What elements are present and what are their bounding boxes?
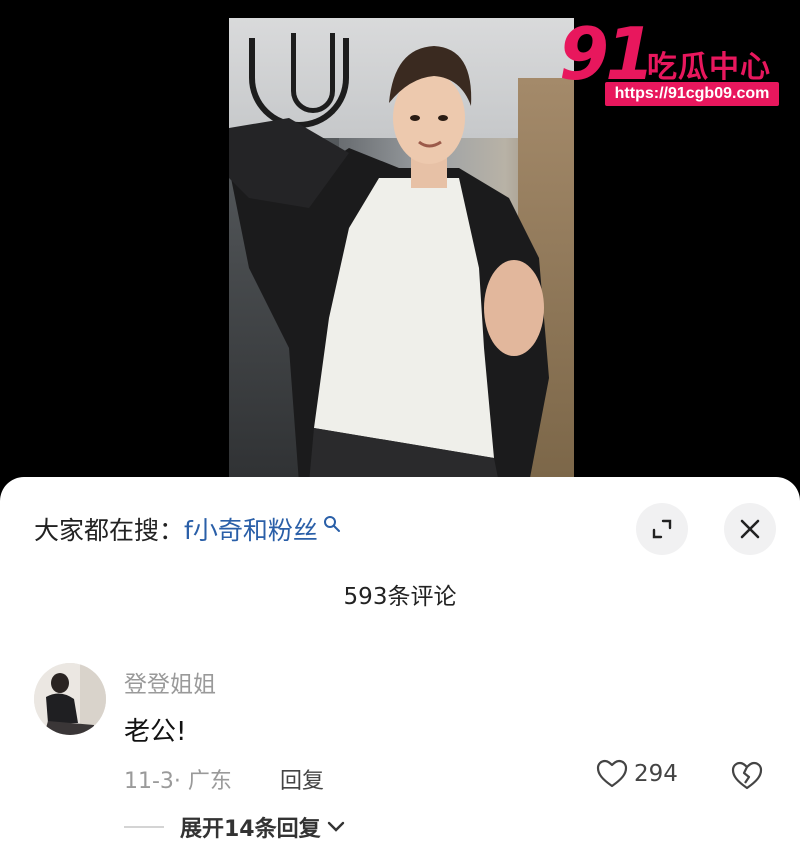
chevron-down-icon [327, 821, 344, 832]
expand-divider [124, 826, 164, 828]
video-frame[interactable] [229, 18, 574, 483]
comment-item: 登登姐姐 老公! 11-3· 广东 回复 294 展开14条回复 [34, 663, 774, 863]
comments-sheet: 大家都在搜： f小奇和粉丝 593条评论 登登姐姐 老公! 11-3· 广东 回… [0, 477, 800, 864]
comment-text: 老公! [124, 717, 187, 747]
trending-search-prefix: 大家都在搜： [34, 516, 185, 545]
watermark-brand-text: 吃瓜中心 [647, 50, 771, 85]
expand-replies-button[interactable]: 展开14条回复 [124, 811, 345, 843]
reply-button[interactable]: 回复 [280, 763, 324, 795]
avatar[interactable] [34, 663, 106, 735]
dislike-button[interactable] [731, 761, 763, 795]
dancing-person-image [229, 46, 549, 483]
close-button[interactable] [724, 503, 776, 555]
comment-meta: 11-3· 广东 [124, 769, 232, 794]
comment-username[interactable]: 登登姐姐 [124, 665, 216, 699]
search-icon [323, 516, 340, 532]
expand-replies-label: 展开14条回复 [180, 817, 321, 842]
heart-icon [596, 759, 628, 788]
expand-icon [652, 519, 672, 539]
broken-heart-icon [731, 761, 763, 790]
site-watermark-logo: 91 吃瓜中心 https://91cgb09.com [555, 12, 785, 108]
avatar-image [34, 663, 106, 735]
video-player[interactable]: 91 吃瓜中心 https://91cgb09.com [0, 0, 800, 500]
expand-button[interactable] [636, 503, 688, 555]
watermark-url: https://91cgb09.com [605, 82, 779, 106]
like-button[interactable]: 294 [596, 759, 678, 789]
trending-search-suggestion[interactable]: 大家都在搜： f小奇和粉丝 [34, 509, 342, 549]
close-icon [740, 519, 760, 539]
like-count: 294 [634, 761, 678, 787]
comment-count: 593条评论 [343, 584, 457, 610]
trending-search-term[interactable]: f小奇和粉丝 [184, 511, 318, 547]
